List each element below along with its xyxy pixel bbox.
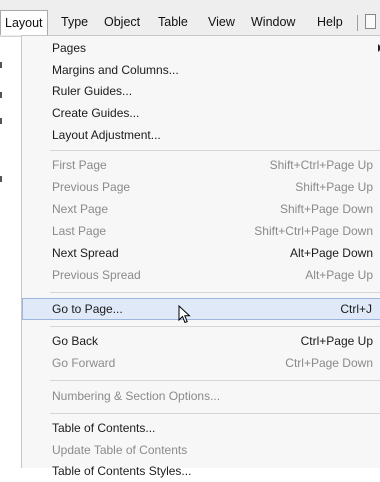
menu-item-shortcut: Shift+Ctrl+Page Down bbox=[254, 224, 373, 238]
menu-bar: Layout Type Object Table View Window Hel… bbox=[0, 0, 380, 37]
menu-item-shortcut: Shift+Ctrl+Page Up bbox=[269, 158, 373, 172]
edge-mark bbox=[0, 118, 2, 124]
menu-item-shortcut: Ctrl+Page Down bbox=[285, 356, 373, 370]
menu-item-create-guides[interactable]: Create Guides... bbox=[22, 103, 380, 124]
menu-type[interactable]: Type bbox=[61, 12, 88, 32]
menu-item-shortcut: Shift+Page Down bbox=[279, 202, 373, 216]
menu-item-label: Margins and Columns... bbox=[52, 63, 179, 77]
menu-item-label: Previous Page bbox=[52, 180, 131, 194]
menu-item-label: Last Page bbox=[52, 224, 107, 238]
menu-item-toc-styles[interactable]: Table of Contents Styles... bbox=[22, 461, 380, 482]
edge-mark bbox=[0, 62, 2, 68]
menu-item-pages[interactable]: Pages bbox=[22, 38, 380, 59]
menu-separator bbox=[50, 413, 380, 414]
menu-item-go-back[interactable]: Go Back Ctrl+Page Up bbox=[22, 331, 380, 352]
menu-item-go-to-page[interactable]: Go to Page... Ctrl+J bbox=[22, 298, 380, 320]
mouse-cursor-icon bbox=[178, 305, 191, 324]
menubar-separator bbox=[357, 15, 358, 31]
menu-item-shortcut: Shift+Page Up bbox=[295, 180, 373, 194]
menu-separator bbox=[50, 292, 380, 293]
menu-item-next-page[interactable]: Next Page Shift+Page Down bbox=[22, 199, 380, 220]
menu-item-next-spread[interactable]: Next Spread Alt+Page Down bbox=[22, 243, 380, 264]
menu-view[interactable]: View bbox=[208, 12, 235, 32]
menu-item-label: Next Page bbox=[52, 202, 109, 216]
menu-item-margins-columns[interactable]: Margins and Columns... bbox=[22, 60, 380, 81]
menu-item-shortcut: Alt+Page Down bbox=[289, 246, 373, 260]
menu-item-label: Go Forward bbox=[52, 356, 116, 370]
menu-item-label: Go to Page... bbox=[52, 302, 123, 316]
menu-item-shortcut: Ctrl+Page Up bbox=[300, 334, 373, 348]
menu-separator bbox=[50, 380, 380, 381]
menu-item-previous-spread[interactable]: Previous Spread Alt+Page Up bbox=[22, 265, 380, 286]
menu-item-label: Pages bbox=[52, 41, 87, 55]
layout-menu: Pages Margins and Columns... Ruler Guide… bbox=[21, 35, 380, 478]
menu-item-numbering-section[interactable]: Numbering & Section Options... bbox=[22, 386, 380, 407]
menu-item-previous-page[interactable]: Previous Page Shift+Page Up bbox=[22, 177, 380, 198]
menu-layout[interactable]: Layout bbox=[0, 10, 48, 35]
menu-item-update-toc[interactable]: Update Table of Contents bbox=[22, 440, 380, 461]
menu-item-table-of-contents[interactable]: Table of Contents... bbox=[22, 418, 380, 439]
menu-item-first-page[interactable]: First Page Shift+Ctrl+Page Up bbox=[22, 155, 380, 176]
edge-mark bbox=[0, 176, 2, 182]
menu-item-label: Go Back bbox=[52, 334, 99, 348]
menu-item-label: Ruler Guides... bbox=[52, 84, 133, 98]
menu-item-go-forward[interactable]: Go Forward Ctrl+Page Down bbox=[22, 353, 380, 374]
document-icon[interactable] bbox=[365, 14, 376, 29]
menu-separator bbox=[50, 150, 380, 151]
menu-item-last-page[interactable]: Last Page Shift+Ctrl+Page Down bbox=[22, 221, 380, 242]
menu-item-label: Next Spread bbox=[52, 246, 119, 260]
menu-item-layout-adjustment[interactable]: Layout Adjustment... bbox=[22, 125, 380, 146]
menu-item-label: Numbering & Section Options... bbox=[52, 389, 221, 403]
menu-item-shortcut: Ctrl+J bbox=[340, 302, 372, 316]
menu-help[interactable]: Help bbox=[317, 12, 343, 32]
menu-item-ruler-guides[interactable]: Ruler Guides... bbox=[22, 81, 380, 102]
menu-item-label: Table of Contents Styles... bbox=[52, 464, 192, 478]
menu-item-label: Update Table of Contents bbox=[52, 443, 188, 457]
menu-separator bbox=[50, 326, 380, 327]
menu-item-label: Table of Contents... bbox=[52, 421, 156, 435]
menu-item-label: Layout Adjustment... bbox=[52, 128, 161, 142]
menu-item-label: First Page bbox=[52, 158, 107, 172]
menu-table[interactable]: Table bbox=[158, 12, 188, 32]
edge-mark bbox=[0, 92, 2, 98]
menu-item-label: Create Guides... bbox=[52, 106, 140, 120]
menu-object[interactable]: Object bbox=[104, 12, 140, 32]
menu-item-label: Previous Spread bbox=[52, 268, 141, 282]
menu-item-shortcut: Alt+Page Up bbox=[305, 268, 373, 282]
menu-window[interactable]: Window bbox=[251, 12, 295, 32]
